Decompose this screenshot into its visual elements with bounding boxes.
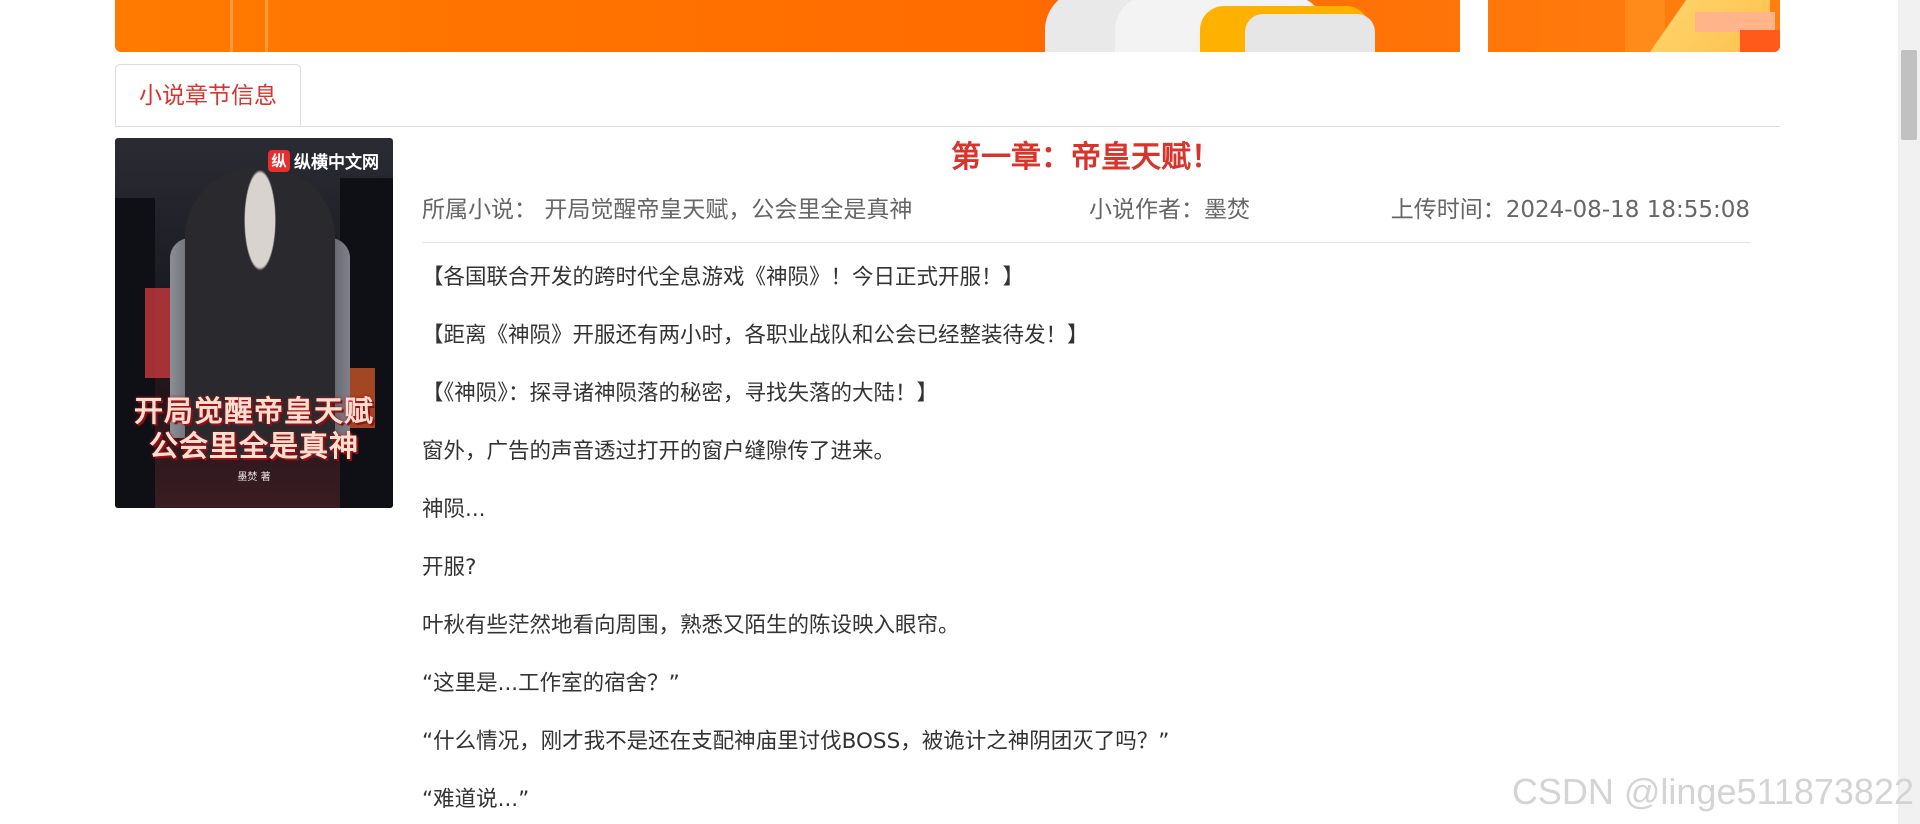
banner-gap (1460, 0, 1488, 52)
top-banner (115, 0, 1780, 52)
csdn-watermark: CSDN @linge511873822 (1511, 771, 1914, 812)
tab-chapter-info[interactable]: 小说章节信息 (115, 64, 301, 126)
meta-novel-label: 所属小说： (422, 197, 537, 223)
chapter-body: 【各国联合开发的跨时代全息游戏《神陨》！今日正式开服！】 【距离《神陨》开服还有… (422, 261, 1750, 817)
meta-novel-value: 开局觉醒帝皇天赋，公会里全是真神 (544, 197, 913, 223)
paragraph: 开服? (422, 555, 477, 580)
banner-stripe (265, 0, 268, 52)
paragraph: “什么情况，刚才我不是还在支配神庙里讨伐BOSS，被诡计之神阴团灭了吗？” (422, 729, 1170, 754)
meta-author-value: 墨焚 (1204, 197, 1250, 223)
cover-logo-text: 纵横中文网 (294, 153, 379, 173)
meta-time-label: 上传时间： (1390, 197, 1506, 223)
paragraph: 【距离《神陨》开服还有两小时，各职业战队和公会已经整装待发！】 (422, 323, 1089, 348)
meta-author-label: 小说作者： (1089, 197, 1204, 223)
paragraph: 叶秋有些茫然地看向周围，熟悉又陌生的陈设映入眼帘。 (422, 613, 960, 638)
banner-stripe (230, 0, 233, 52)
paragraph: 窗外，广告的声音透过打开的窗户缝隙传了进来。 (422, 439, 896, 464)
scrollbar-thumb[interactable] (1901, 50, 1917, 140)
publisher-logo-icon: 纵 (268, 149, 290, 172)
cover-title-line2: 公会里全是真神 (148, 429, 359, 463)
book-cover-image: 纵 纵横中文网 开局觉醒帝皇天赋 公会里全是真神 墨焚 著 (115, 138, 393, 508)
banner-cloud-shape (1245, 14, 1375, 52)
meta-author: 小说作者：墨焚 (1089, 190, 1250, 230)
vertical-scrollbar[interactable] (1898, 0, 1920, 824)
page: 小说章节信息 纵 纵横中文网 开局觉醒帝皇天赋 公会里全是真神 墨焚 著 第一章… (0, 0, 1920, 824)
paragraph: 【各国联合开发的跨时代全息游戏《神陨》！今日正式开服！】 (422, 265, 1025, 290)
chapter-meta: 所属小说： 开局觉醒帝皇天赋，公会里全是真神 小说作者：墨焚 上传时间：2024… (422, 190, 1750, 243)
meta-upload-time: 上传时间：2024-08-18 18:55:08 (1391, 190, 1750, 230)
chapter-content: 第一章：帝皇天赋！ 所属小说： 开局觉醒帝皇天赋，公会里全是真神 小说作者：墨焚… (422, 138, 1750, 824)
banner-block (1740, 30, 1780, 52)
meta-time-value: 2024-08-18 18:55:08 (1505, 197, 1750, 223)
tab-bar: 小说章节信息 (115, 64, 1780, 127)
cover-author: 墨焚 著 (237, 472, 271, 483)
cover-publisher-logo: 纵 纵横中文网 (268, 148, 379, 173)
meta-novel: 所属小说： 开局觉醒帝皇天赋，公会里全是真神 (422, 190, 912, 230)
banner-block (1695, 12, 1775, 32)
paragraph: 【《神陨》：探寻诸神陨落的秘密，寻找失落的大陆！】 (422, 381, 939, 406)
paragraph: “这里是...工作室的宿舍？” (422, 671, 680, 696)
paragraph: 神陨... (422, 497, 486, 522)
chapter-title: 第一章：帝皇天赋！ (951, 140, 1221, 175)
